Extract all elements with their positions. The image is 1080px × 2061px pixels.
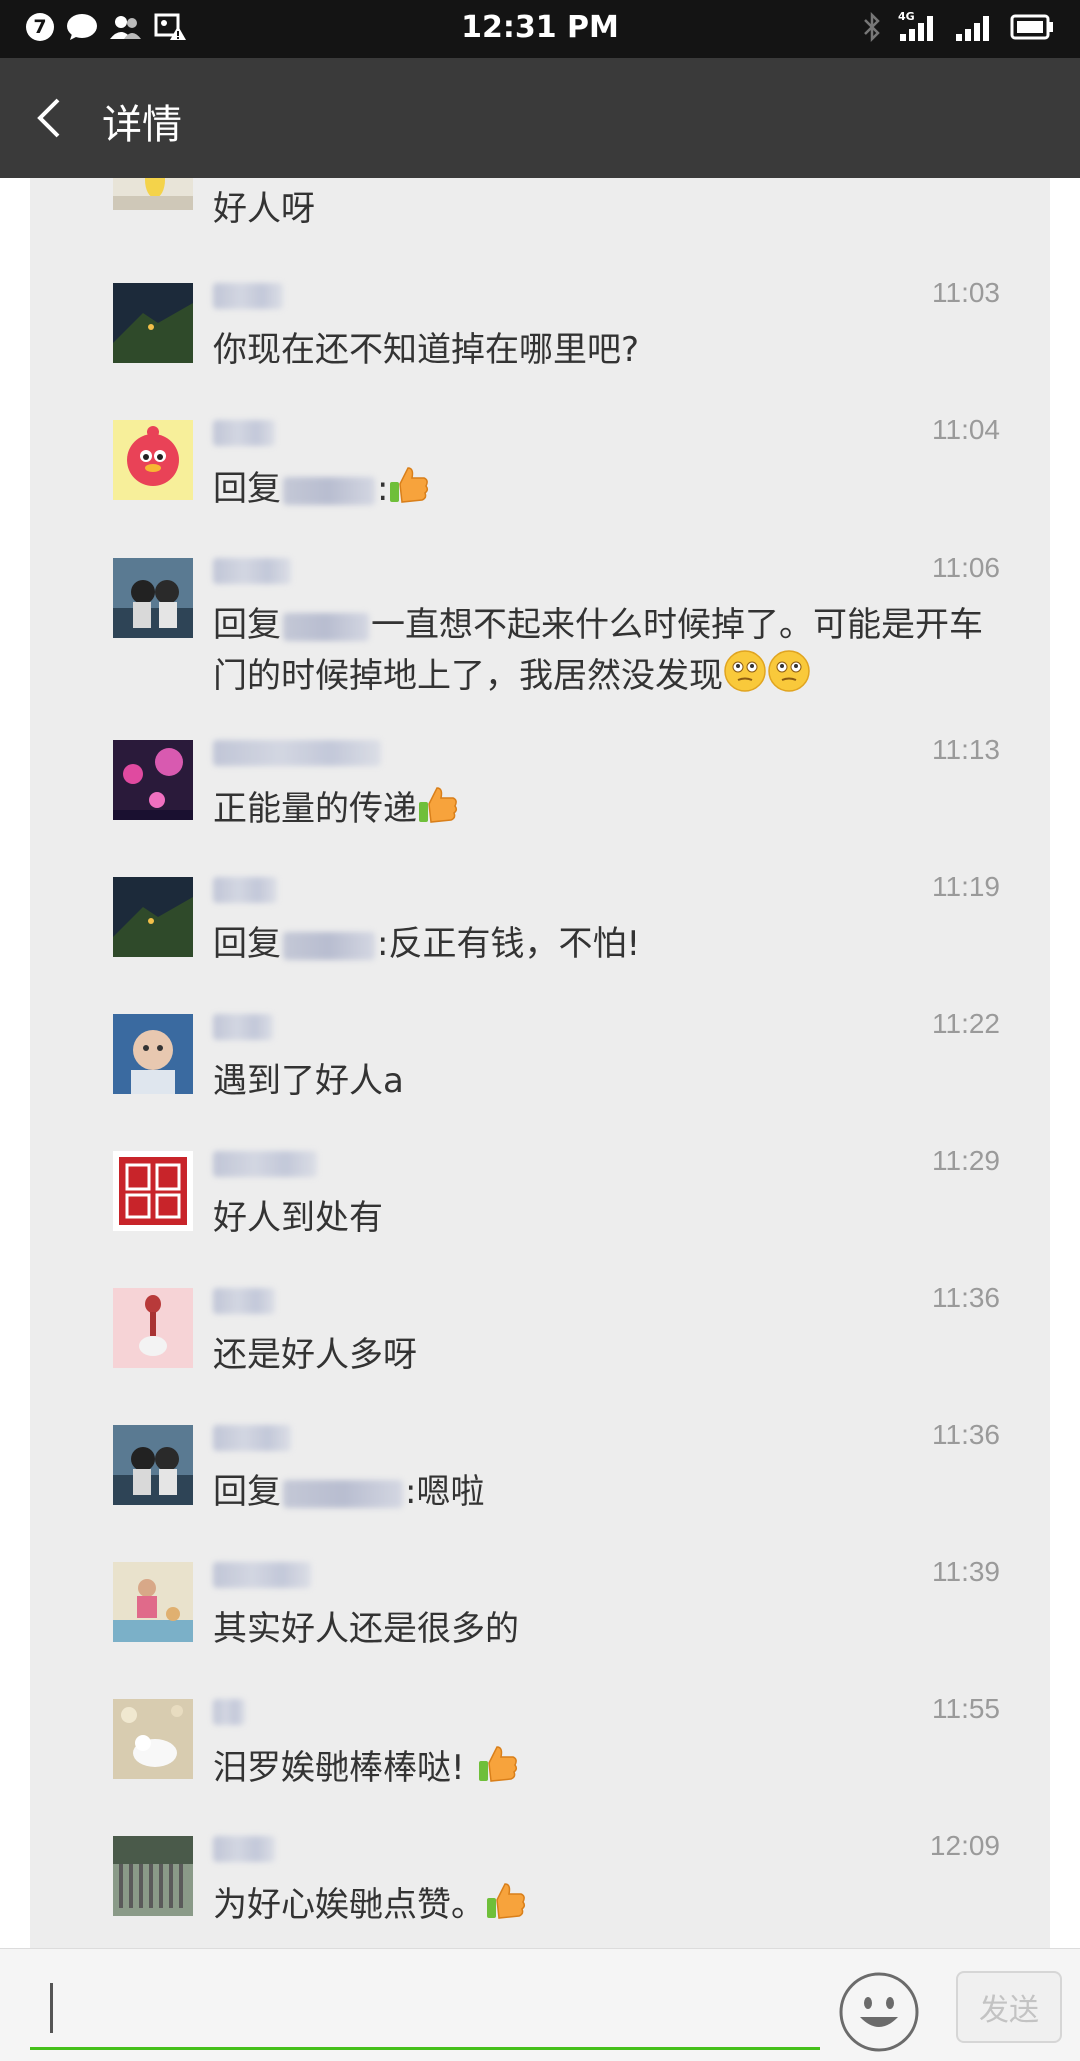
comment-text-content: 正能量的传递 <box>213 789 417 829</box>
username-blurred[interactable] <box>213 420 275 446</box>
comment-text: 好人到处有 <box>213 1198 383 1238</box>
send-button[interactable]: 发送 <box>956 1971 1062 2043</box>
reply-prefix: 回复 <box>213 605 281 645</box>
comment-text: 为好心娭毑点赞。 <box>213 1880 1013 1929</box>
comment-time: 11:29 <box>932 1145 1000 1176</box>
reply-text: :反正有钱，不怕! <box>377 924 641 964</box>
mention-blurred[interactable] <box>283 612 369 641</box>
username-blurred[interactable] <box>213 1151 317 1177</box>
avatar[interactable] <box>113 283 193 363</box>
comment-text-content: 汨罗娭毑棒棒哒! <box>213 1748 465 1788</box>
comment-time: 11:55 <box>932 1693 1000 1724</box>
username-blurred[interactable] <box>213 283 283 309</box>
page-title: 详情 <box>102 102 182 148</box>
reply-prefix: 回复 <box>213 924 281 964</box>
comment-list-scroll[interactable]: 好人呀 11:03 你现在还不知道掉在哪里吧? 11:04 回复: 11:06 … <box>0 178 1080 1948</box>
comment-time: 11:03 <box>932 277 1000 308</box>
reply-text: : <box>377 469 389 509</box>
bluetooth-icon <box>864 12 880 42</box>
avatar[interactable] <box>113 1562 193 1642</box>
comment-time: 12:09 <box>929 1830 1000 1861</box>
signal-4g: 4G <box>898 10 938 42</box>
avatar[interactable] <box>113 1425 193 1505</box>
battery-icon <box>1010 14 1053 40</box>
username-blurred[interactable] <box>213 1425 291 1451</box>
reply-text: :嗯啦 <box>405 1472 485 1512</box>
username-blurred[interactable] <box>213 877 277 903</box>
comment-input-bar: 发送 <box>0 1948 1080 2061</box>
comment-text: 遇到了好人a <box>213 1061 404 1101</box>
username-blurred[interactable] <box>213 740 381 766</box>
avatar[interactable] <box>113 1699 193 1779</box>
avatar[interactable] <box>113 1288 193 1368</box>
mention-blurred[interactable] <box>283 1479 403 1508</box>
comment-time: 11:06 <box>932 552 1000 583</box>
avatar[interactable] <box>113 1014 193 1094</box>
thumbs-up-emoji-icon <box>390 467 429 503</box>
signal-bars-icon-2 <box>956 16 989 41</box>
thumbs-up-emoji-icon <box>487 1883 526 1919</box>
comment-text: 回复 一直想不起来什么时候掉了。可能是开车门的时候掉地上了，我居然没发现 <box>213 602 1013 700</box>
avatar[interactable] <box>113 740 193 820</box>
comment-time: 11:22 <box>932 1008 1000 1039</box>
avatar[interactable] <box>113 1151 193 1231</box>
comment-time: 11:04 <box>932 414 1000 445</box>
avatar[interactable] <box>113 558 193 638</box>
text-cursor <box>50 1983 53 2033</box>
flushed-face-emoji-icon <box>768 650 810 692</box>
comment-text: 你现在还不知道掉在哪里吧? <box>213 330 640 370</box>
status-right: 4G <box>862 10 1054 42</box>
signal-bars-icon <box>900 16 933 41</box>
username-blurred[interactable] <box>213 1288 275 1314</box>
nav-bar: 详情 <box>0 58 1080 178</box>
thumbs-up-emoji-icon <box>478 1746 517 1782</box>
comment-time: 11:36 <box>932 1419 1000 1450</box>
comment-text: 回复 :反正有钱，不怕! <box>213 921 1013 968</box>
mention-blurred[interactable] <box>283 476 375 505</box>
avatar[interactable] <box>113 1836 193 1916</box>
username-blurred[interactable] <box>213 1699 245 1725</box>
comment-input[interactable] <box>30 1967 820 2050</box>
comment-text: 好人呀 <box>213 189 315 229</box>
thumbs-up-emoji-icon <box>419 787 458 823</box>
avatar[interactable] <box>113 178 193 210</box>
reply-prefix: 回复 <box>213 1472 281 1512</box>
username-blurred[interactable] <box>213 558 291 584</box>
comment-text: 正能量的传递 <box>213 784 1013 833</box>
avatar[interactable] <box>113 877 193 957</box>
comment-time: 11:19 <box>932 871 1000 902</box>
comment-text: 汨罗娭毑棒棒哒! <box>213 1743 1013 1792</box>
comment-text: 回复: <box>213 464 1013 513</box>
comment-text: 还是好人多呀 <box>213 1335 417 1375</box>
comment-text-content: 为好心娭毑点赞。 <box>213 1885 485 1925</box>
comment-time: 11:13 <box>932 734 1000 765</box>
mention-blurred[interactable] <box>283 931 375 960</box>
username-blurred[interactable] <box>213 1836 275 1862</box>
comment-time: 11:36 <box>932 1282 1000 1313</box>
emoji-picker-icon[interactable] <box>838 1971 920 2053</box>
comment-text: 回复 :嗯啦 <box>213 1469 1013 1516</box>
avatar[interactable] <box>113 420 193 500</box>
username-blurred[interactable] <box>213 1562 311 1588</box>
back-arrow-icon[interactable] <box>28 88 72 148</box>
comment-panel: 好人呀 11:03 你现在还不知道掉在哪里吧? 11:04 回复: 11:06 … <box>30 178 1050 1948</box>
username-blurred[interactable] <box>213 1014 273 1040</box>
comment-time: 11:39 <box>932 1556 1000 1587</box>
flushed-face-emoji-icon <box>724 650 766 692</box>
status-bar: 7 12:31 PM 4G <box>0 0 1080 58</box>
reply-prefix: 回复 <box>213 469 281 509</box>
comment-text: 其实好人还是很多的 <box>213 1609 519 1649</box>
